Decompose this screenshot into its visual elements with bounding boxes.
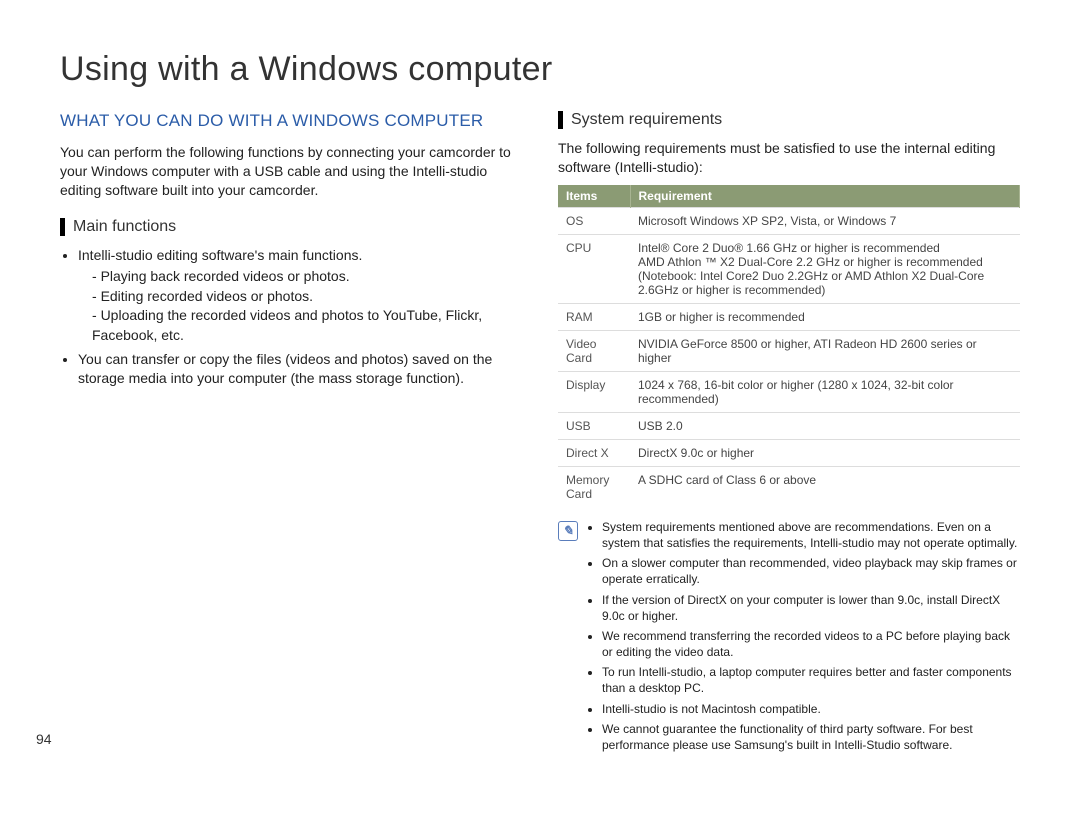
table-row: RAM 1GB or higher is recommended [558, 303, 1020, 330]
list-item: If the version of DirectX on your comput… [602, 592, 1020, 624]
list-item: Playing back recorded videos or photos. [92, 267, 522, 287]
table-cell-item: Display [558, 371, 630, 412]
table-cell-item: Video Card [558, 330, 630, 371]
list-item: We recommend transferring the recorded v… [602, 628, 1020, 660]
section-heading: WHAT YOU CAN DO WITH A WINDOWS COMPUTER [60, 111, 522, 131]
system-requirements-intro: The following requirements must be satis… [558, 139, 1020, 177]
table-cell-req: DirectX 9.0c or higher [630, 439, 1020, 466]
table-header-items: Items [558, 185, 630, 208]
table-cell-req: A SDHC card of Class 6 or above [630, 466, 1020, 507]
table-cell-req: USB 2.0 [630, 412, 1020, 439]
table-cell-item: USB [558, 412, 630, 439]
requirements-table: Items Requirement OS Microsoft Windows X… [558, 185, 1020, 507]
list-item: Intelli-studio is not Macintosh compatib… [602, 701, 1020, 717]
list-item: We cannot guarantee the functionality of… [602, 721, 1020, 753]
table-cell-req: NVIDIA GeForce 8500 or higher, ATI Radeo… [630, 330, 1020, 371]
table-cell-req: Microsoft Windows XP SP2, Vista, or Wind… [630, 207, 1020, 234]
table-cell-item: RAM [558, 303, 630, 330]
list-item: Uploading the recorded videos and photos… [92, 306, 522, 345]
table-row: USB USB 2.0 [558, 412, 1020, 439]
right-column: System requirements The following requir… [558, 111, 1020, 757]
notes-list: System requirements mentioned above are … [586, 519, 1020, 757]
left-column: WHAT YOU CAN DO WITH A WINDOWS COMPUTER … [60, 111, 522, 757]
table-cell-req: 1GB or higher is recommended [630, 303, 1020, 330]
page-title: Using with a Windows computer [60, 50, 1020, 89]
table-cell-req: 1024 x 768, 16-bit color or higher (1280… [630, 371, 1020, 412]
bullet-text: Intelli-studio editing software's main f… [78, 247, 362, 263]
list-item: On a slower computer than recommended, v… [602, 555, 1020, 587]
table-row: Display 1024 x 768, 16-bit color or high… [558, 371, 1020, 412]
system-requirements-heading: System requirements [558, 111, 1020, 129]
sub-list: Playing back recorded videos or photos. … [78, 267, 522, 345]
table-row: Memory Card A SDHC card of Class 6 or ab… [558, 466, 1020, 507]
notes-block: ✎ System requirements mentioned above ar… [558, 519, 1020, 757]
main-functions-heading: Main functions [60, 218, 522, 236]
table-cell-item: CPU [558, 234, 630, 303]
table-cell-item: Direct X [558, 439, 630, 466]
list-item: System requirements mentioned above are … [602, 519, 1020, 551]
left-intro: You can perform the following functions … [60, 143, 522, 200]
table-header-row: Items Requirement [558, 185, 1020, 208]
note-icon: ✎ [558, 521, 578, 541]
list-item: Editing recorded videos or photos. [92, 287, 522, 307]
list-item: You can transfer or copy the files (vide… [78, 350, 522, 389]
list-item: To run Intelli-studio, a laptop computer… [602, 664, 1020, 696]
table-cell-req: Intel® Core 2 Duo® 1.66 GHz or higher is… [630, 234, 1020, 303]
table-row: CPU Intel® Core 2 Duo® 1.66 GHz or highe… [558, 234, 1020, 303]
page-number: 94 [36, 731, 52, 747]
table-row: Direct X DirectX 9.0c or higher [558, 439, 1020, 466]
table-row: Video Card NVIDIA GeForce 8500 or higher… [558, 330, 1020, 371]
table-header-requirement: Requirement [630, 185, 1020, 208]
content-columns: WHAT YOU CAN DO WITH A WINDOWS COMPUTER … [60, 111, 1020, 757]
table-row: OS Microsoft Windows XP SP2, Vista, or W… [558, 207, 1020, 234]
list-item: Intelli-studio editing software's main f… [78, 246, 522, 346]
main-functions-list: Intelli-studio editing software's main f… [60, 246, 522, 389]
table-cell-item: Memory Card [558, 466, 630, 507]
table-cell-item: OS [558, 207, 630, 234]
